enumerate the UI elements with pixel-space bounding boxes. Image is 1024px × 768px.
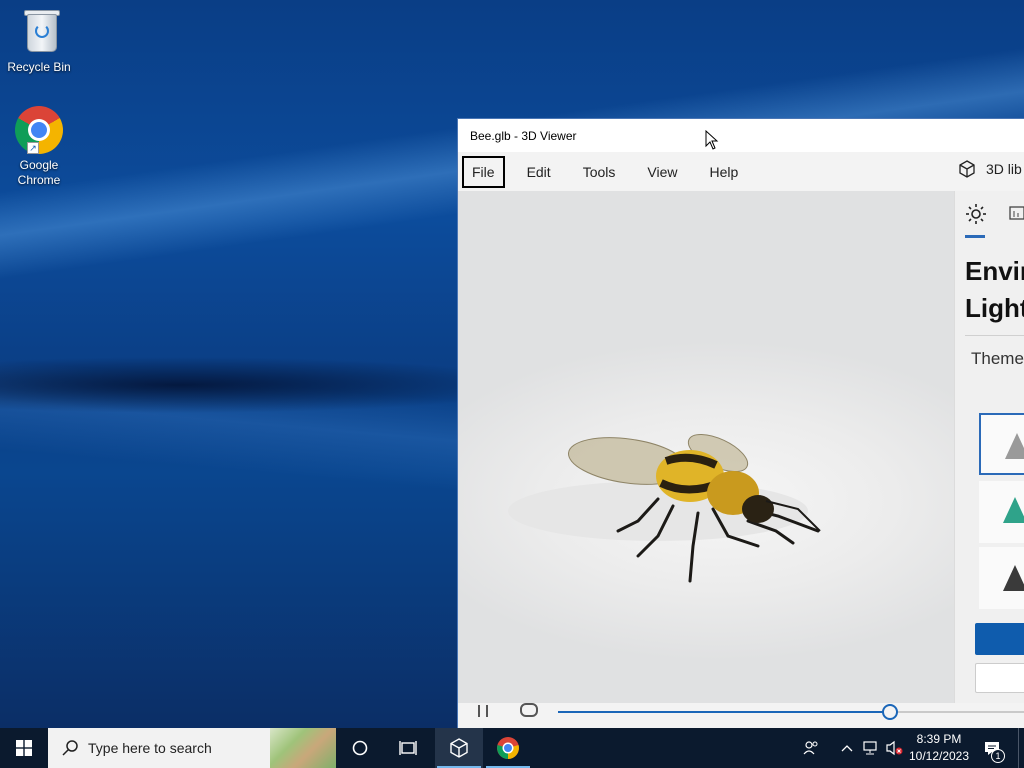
chrome-icon: [497, 737, 519, 759]
search-highlight-image: [270, 728, 336, 768]
notification-count-badge: 1: [991, 749, 1005, 763]
menu-file[interactable]: File: [462, 155, 505, 188]
cone-icon: [1005, 433, 1024, 459]
theme-option-gray[interactable]: [979, 413, 1024, 475]
secondary-button[interactable]: [975, 663, 1024, 693]
window-title: Bee.glb - 3D Viewer: [470, 128, 577, 143]
desktop-icon-recycle-bin[interactable]: Recycle Bin: [3, 8, 75, 75]
people-icon: [803, 741, 818, 755]
taskbar: Type here to search 8:39 PM 10/12/2023 1: [0, 728, 1024, 768]
desktop-icon-label: Recycle Bin: [7, 60, 71, 74]
desktop-icon-google-chrome[interactable]: ↗ Google Chrome: [3, 106, 75, 188]
task-view-button[interactable]: [384, 728, 432, 768]
window-titlebar[interactable]: Bee.glb - 3D Viewer: [458, 119, 1024, 152]
menu-edit[interactable]: Edit: [517, 156, 561, 188]
windows-logo-icon: [16, 740, 32, 756]
chrome-icon: ↗: [15, 106, 63, 154]
shortcut-arrow-icon: ↗: [27, 142, 39, 154]
start-button[interactable]: [0, 728, 48, 768]
timeline-thumb[interactable]: [882, 704, 898, 720]
cone-icon: [1003, 497, 1024, 523]
environment-lighting-panel: Envir Light Theme: [954, 191, 1024, 703]
3d-viewport[interactable]: [458, 191, 954, 703]
desktop: Recycle Bin ↗ Google Chrome Bee.glb - 3D…: [0, 0, 1024, 728]
loop-icon[interactable]: [520, 703, 538, 717]
bee-model-icon: [508, 433, 821, 583]
menu-view[interactable]: View: [637, 156, 687, 188]
search-placeholder: Type here to search: [88, 740, 212, 756]
taskbar-3d-viewer[interactable]: [435, 728, 483, 768]
mouse-cursor-icon: [705, 130, 719, 150]
people-button[interactable]: [800, 728, 822, 768]
cortana-button[interactable]: [336, 728, 384, 768]
stats-tab-icon[interactable]: [1009, 205, 1024, 221]
theme-label: Theme: [971, 349, 1024, 368]
3d-library-button[interactable]: 3D lib: [958, 160, 1022, 178]
taskbar-chrome[interactable]: [484, 728, 532, 768]
theme-option-green[interactable]: [979, 481, 1024, 543]
clock-time: 8:39 PM: [916, 732, 962, 746]
lighting-tab-sun-icon[interactable]: [965, 203, 987, 225]
chevron-up-icon: [841, 745, 853, 752]
show-desktop-divider[interactable]: [1018, 728, 1019, 768]
3d-library-label: 3D lib: [986, 161, 1022, 177]
3d-viewer-cube-icon: [450, 738, 468, 758]
task-view-icon: [399, 741, 417, 755]
theme-option-dark[interactable]: [979, 547, 1024, 609]
volume-button[interactable]: [884, 728, 904, 768]
timeline-progress: [558, 711, 890, 713]
cortana-circle-icon: [352, 740, 368, 756]
show-hidden-icons-button[interactable]: [838, 728, 856, 768]
active-tab-indicator: [965, 235, 985, 238]
animation-bar: [458, 703, 1024, 728]
network-button[interactable]: [860, 728, 880, 768]
menu-tools[interactable]: Tools: [573, 156, 626, 188]
cone-icon: [1003, 565, 1024, 591]
animation-timeline[interactable]: [558, 704, 1024, 720]
recycle-bin-icon: [15, 8, 63, 56]
clock-date: 10/12/2023: [908, 749, 970, 763]
cube-icon: [959, 160, 975, 178]
desktop-icon-label: Google: [19, 158, 59, 172]
apply-button[interactable]: [975, 623, 1024, 655]
network-icon: [863, 741, 877, 755]
panel-divider: [965, 335, 1024, 336]
taskbar-clock[interactable]: 8:39 PM 10/12/2023: [904, 731, 974, 765]
search-icon: [62, 740, 78, 756]
volume-muted-icon: [886, 740, 903, 756]
panel-title: Envir Light: [965, 256, 1024, 323]
menu-bar: File Edit Tools View Help 3D lib: [458, 152, 1024, 191]
pause-icon[interactable]: [478, 705, 488, 717]
3d-viewer-window: Bee.glb - 3D Viewer File Edit Tools View…: [457, 118, 1024, 728]
taskbar-search-box[interactable]: Type here to search: [48, 728, 336, 768]
desktop-icon-label: Chrome: [17, 173, 61, 187]
menu-help[interactable]: Help: [699, 156, 748, 188]
